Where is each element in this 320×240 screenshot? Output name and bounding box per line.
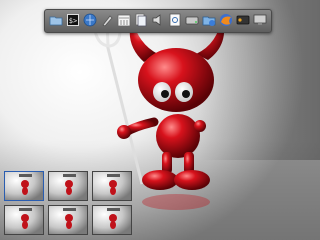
thumbnail-mascot — [65, 180, 73, 195]
network-icon[interactable] — [83, 13, 97, 27]
thumbnail-dock — [63, 208, 76, 211]
workspace-thumbnail-5[interactable] — [48, 205, 88, 235]
thumbnail-mascot — [109, 214, 117, 229]
thumbnail-mascot — [109, 180, 117, 195]
screen-icon[interactable] — [253, 13, 267, 27]
workspace-thumbnail-6[interactable] — [92, 205, 132, 235]
workspace-thumbnail-1[interactable] — [4, 171, 44, 201]
thumbnail-mascot — [21, 214, 29, 229]
thumbnail-dock — [19, 208, 32, 211]
thumbnail-mascot — [21, 180, 29, 195]
workspace-pager — [4, 171, 132, 237]
thumbnail-dock — [107, 208, 120, 211]
thumbnail-dock — [63, 174, 76, 177]
folder-icon[interactable] — [49, 13, 63, 27]
calendar-icon[interactable] — [117, 13, 131, 27]
terminal-icon[interactable]: $> — [66, 13, 80, 27]
documents-icon[interactable] — [134, 13, 148, 27]
terminal-icon-text: $> — [67, 14, 79, 26]
thumbnail-mascot — [65, 214, 73, 229]
viewer-icon[interactable] — [168, 13, 182, 27]
drive-icon[interactable] — [185, 13, 199, 27]
thumbnail-dock — [107, 174, 120, 177]
browser-icon[interactable] — [219, 13, 233, 27]
thumbnail-dock — [19, 174, 32, 177]
workspace-thumbnail-4[interactable] — [4, 205, 44, 235]
dock: $> — [44, 9, 272, 33]
volume-icon[interactable] — [151, 13, 165, 27]
workspace-thumbnail-3[interactable] — [92, 171, 132, 201]
tools-icon[interactable] — [100, 13, 114, 27]
workspace-thumbnail-2[interactable] — [48, 171, 88, 201]
network-share-icon[interactable] — [202, 13, 216, 27]
media-icon[interactable] — [236, 13, 250, 27]
